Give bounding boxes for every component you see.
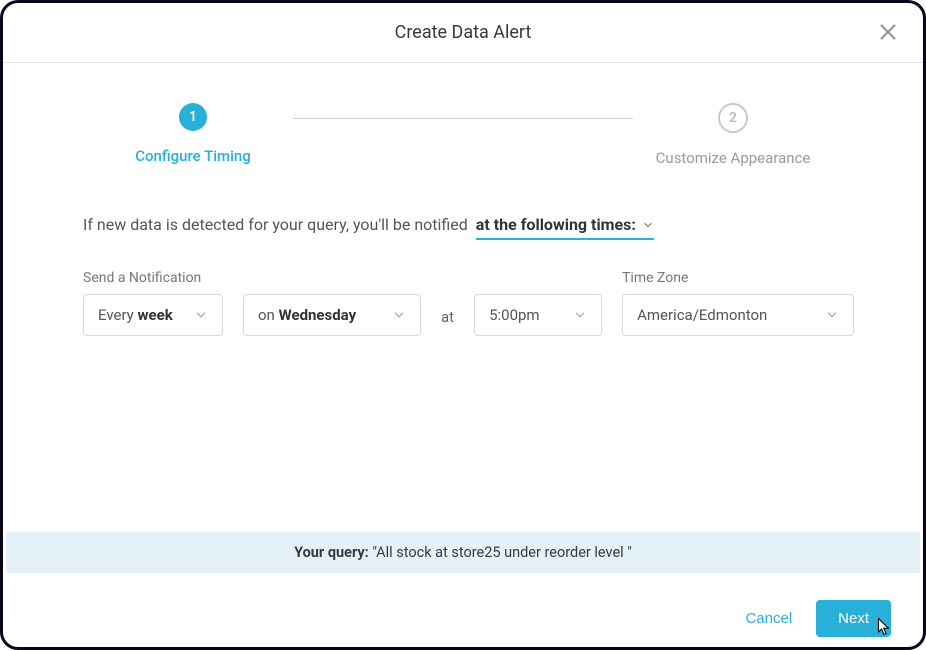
close-icon xyxy=(877,21,899,43)
chevron-down-icon xyxy=(194,308,208,322)
close-button[interactable] xyxy=(877,21,899,43)
day-select[interactable]: on Wednesday xyxy=(243,294,421,336)
time-field: 5:00pm xyxy=(474,270,602,336)
notification-label: Send a Notification xyxy=(83,270,223,286)
chevron-down-icon xyxy=(642,219,654,231)
query-label: Your query: xyxy=(294,544,369,561)
step-2-label: Customize Appearance xyxy=(656,149,811,167)
query-summary-bar: Your query: "All stock at store25 under … xyxy=(6,532,920,573)
timezone-label: Time Zone xyxy=(622,270,854,286)
modal-footer: Cancel Next xyxy=(3,589,923,647)
frequency-field: Send a Notification Every week xyxy=(83,270,223,336)
timezone-value: America/Edmonton xyxy=(637,306,767,324)
next-button[interactable]: Next xyxy=(816,600,891,637)
intro-text: If new data is detected for your query, … xyxy=(83,215,843,240)
at-label: at xyxy=(441,308,454,336)
frequency-select[interactable]: Every week xyxy=(83,294,223,336)
time-value: 5:00pm xyxy=(489,306,540,324)
time-select[interactable]: 5:00pm xyxy=(474,294,602,336)
step-2-circle: 2 xyxy=(718,103,748,133)
stepper: 1 Configure Timing 2 Customize Appearanc… xyxy=(3,103,923,167)
step-1-label: Configure Timing xyxy=(135,147,251,165)
query-text: "All stock at store25 under reorder leve… xyxy=(372,544,632,561)
modal-header: Create Data Alert xyxy=(3,3,923,63)
chevron-down-icon xyxy=(825,308,839,322)
frequency-value: Every week xyxy=(98,306,173,324)
timezone-select[interactable]: America/Edmonton xyxy=(622,294,854,336)
modal-body: If new data is detected for your query, … xyxy=(3,167,923,336)
chevron-down-icon xyxy=(573,308,587,322)
cancel-button[interactable]: Cancel xyxy=(745,610,792,627)
chevron-down-icon xyxy=(392,308,406,322)
day-field: on Wednesday xyxy=(243,270,421,336)
step-1-circle: 1 xyxy=(179,103,207,131)
step-configure-timing[interactable]: 1 Configure Timing xyxy=(93,103,293,165)
modal-title: Create Data Alert xyxy=(395,22,532,43)
timezone-field: Time Zone America/Edmonton xyxy=(622,270,854,336)
day-value: on Wednesday xyxy=(258,306,356,324)
step-customize-appearance[interactable]: 2 Customize Appearance xyxy=(633,103,833,167)
trigger-dropdown[interactable]: at the following times: xyxy=(476,215,654,240)
step-connector xyxy=(293,118,633,119)
